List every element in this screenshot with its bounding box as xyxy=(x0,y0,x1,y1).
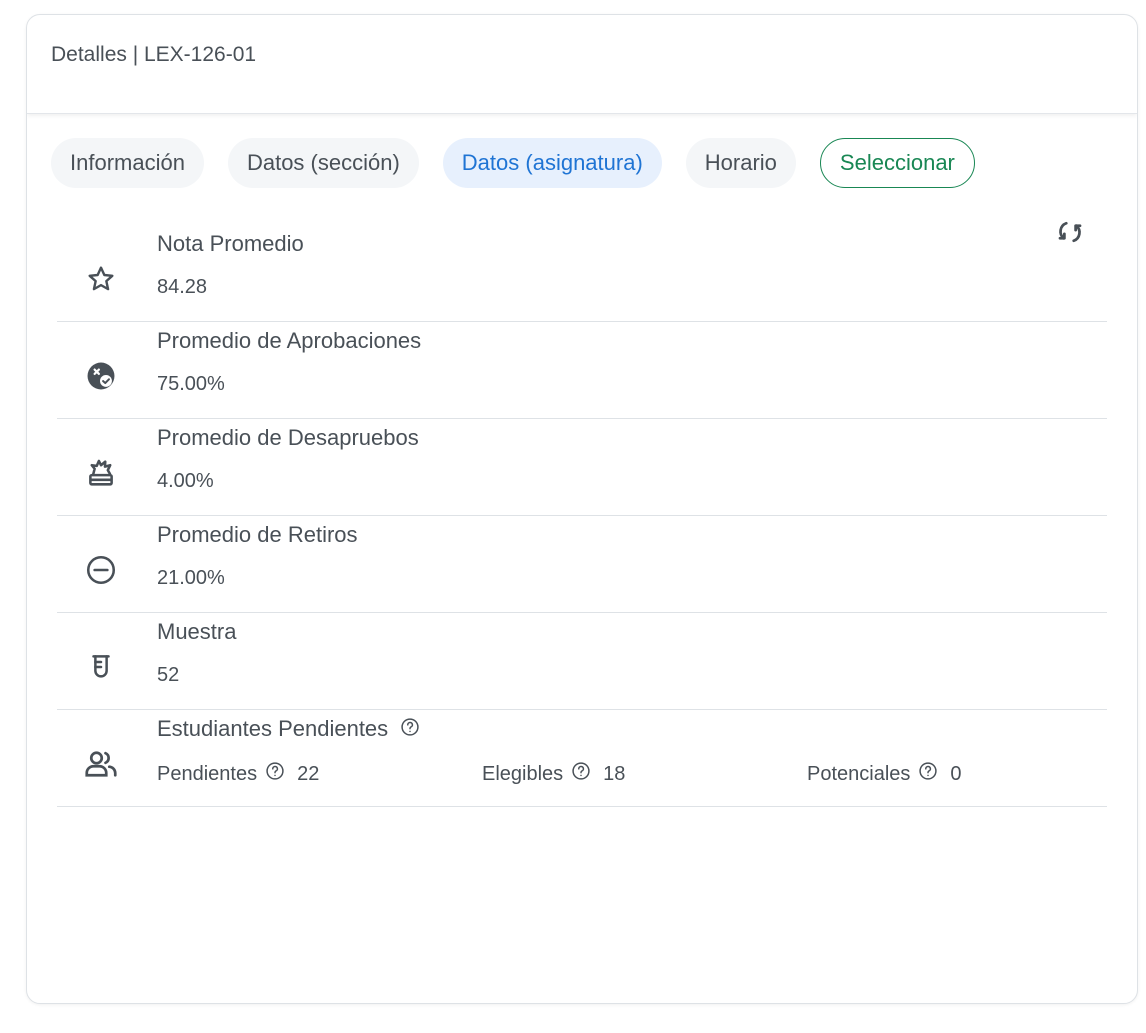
users-icon xyxy=(81,744,121,784)
explosion-icon xyxy=(81,453,121,493)
card-title: Detalles | LEX-126-01 xyxy=(51,43,257,66)
pending-item-value: 0 xyxy=(950,762,962,785)
star-icon xyxy=(81,259,121,299)
pending-item-label: Potenciales xyxy=(807,762,911,785)
stat-value: 84.28 xyxy=(157,276,208,298)
card-header: Detalles | LEX-126-01 xyxy=(27,15,1137,114)
stat-row-retiros: Promedio de Retiros 21.00% xyxy=(57,516,1107,613)
test-tube-icon xyxy=(81,647,121,687)
stat-value: 21.00% xyxy=(157,567,225,589)
help-icon[interactable] xyxy=(265,761,285,787)
stat-row-desapruebos: Promedio de Desapruebos 4.00% xyxy=(57,419,1107,516)
stat-label: Nota Promedio xyxy=(157,231,304,256)
stat-label: Estudiantes Pendientes xyxy=(157,716,420,743)
stat-label: Promedio de Aprobaciones xyxy=(157,328,422,353)
approval-badge-icon xyxy=(81,356,121,396)
pending-item: Potenciales 0 xyxy=(807,761,962,787)
tab-bar: Información Datos (sección) Datos (asign… xyxy=(51,138,975,188)
pending-breakdown: Pendientes 22 Elegibles 18 Potenciales 0 xyxy=(157,761,1107,789)
pending-item-label: Elegibles xyxy=(482,762,564,785)
details-card: Detalles | LEX-126-01 Información Datos … xyxy=(26,14,1138,1004)
tab-informacion[interactable]: Información xyxy=(51,138,204,188)
tab-datos-asignatura[interactable]: Datos (asignatura) xyxy=(442,138,662,188)
stat-label: Muestra xyxy=(157,619,237,644)
pending-title: Estudiantes Pendientes xyxy=(157,716,389,741)
tab-horario[interactable]: Horario xyxy=(685,138,796,188)
stat-value: 75.00% xyxy=(157,373,225,395)
stat-row-muestra: Muestra 52 xyxy=(57,613,1107,710)
stat-row-aprobaciones: Promedio de Aprobaciones 75.00% xyxy=(57,322,1107,419)
stat-value: 52 xyxy=(157,664,180,686)
help-icon[interactable] xyxy=(918,761,938,787)
minus-circle-icon xyxy=(81,550,121,590)
help-icon[interactable] xyxy=(400,717,420,743)
stat-value: 4.00% xyxy=(157,470,214,492)
tab-datos-seccion[interactable]: Datos (sección) xyxy=(227,138,419,188)
help-icon[interactable] xyxy=(571,761,591,787)
pending-item: Pendientes 22 xyxy=(157,761,319,787)
stat-row-estudiantes-pendientes: Estudiantes Pendientes Pendientes 22 Ele… xyxy=(57,710,1107,807)
pending-item-value: 22 xyxy=(297,762,320,785)
stat-label: Promedio de Desapruebos xyxy=(157,425,419,450)
pending-item-value: 18 xyxy=(603,762,626,785)
stat-label: Promedio de Retiros xyxy=(157,522,358,547)
pending-item: Elegibles 18 xyxy=(482,761,625,787)
stats-list: Nota Promedio 84.28 Promedio de Aprobaci… xyxy=(57,225,1107,807)
select-button[interactable]: Seleccionar xyxy=(819,138,975,188)
stat-row-nota-promedio: Nota Promedio 84.28 xyxy=(57,225,1107,322)
pending-item-label: Pendientes xyxy=(157,762,258,785)
